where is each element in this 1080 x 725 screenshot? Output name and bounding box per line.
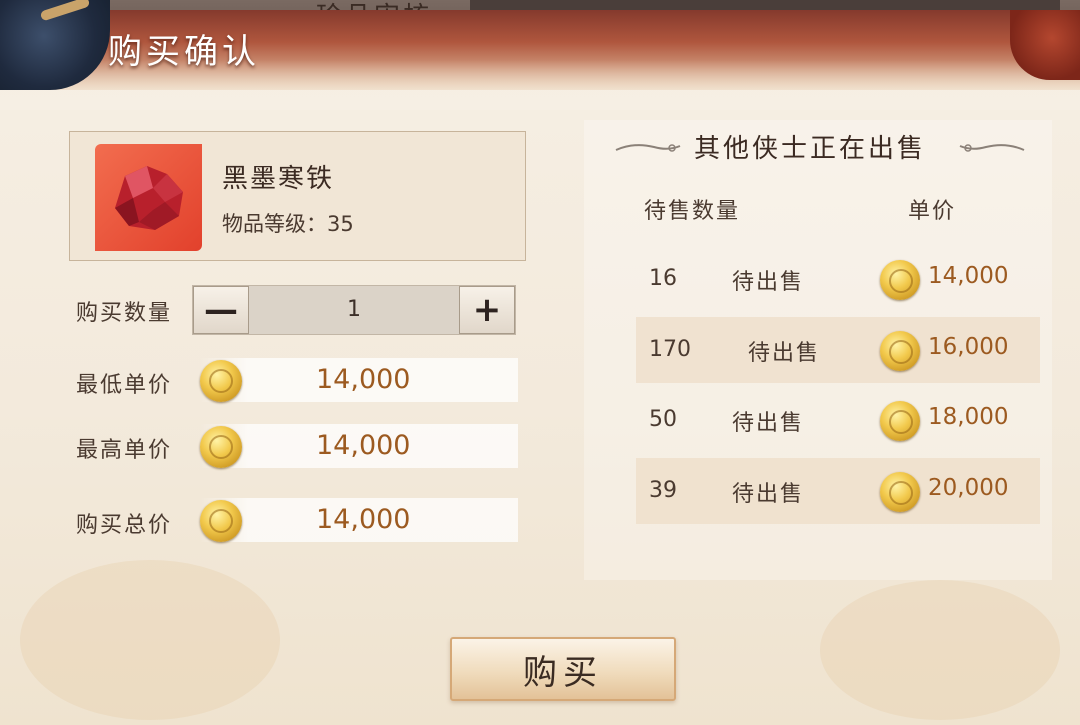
left-ornament-icon [615,144,681,152]
item-level: 物品等级：35 [222,208,354,238]
quantity-stepper: — 1 + [192,285,516,335]
seller-row[interactable]: 39 待出售 20,000 [636,458,1040,524]
column-header-price: 单价 [908,199,957,224]
seller-status: 待出售 [732,270,805,295]
seller-status: 待出售 [748,341,821,366]
gold-coin-icon [880,260,920,300]
dialog-title: 购买确认 [108,32,260,72]
seller-row[interactable]: 170 待出售 16,000 [636,317,1040,383]
buy-button[interactable]: 购买 [450,637,676,701]
max-price-label: 最高单价 [76,438,173,463]
gold-coin-icon [200,426,242,468]
item-card: 黑墨寒铁 物品等级：35 [69,131,526,261]
gold-coin-icon [200,500,242,542]
increase-quantity-button[interactable]: + [459,286,515,334]
min-price-label: 最低单价 [76,373,173,398]
quantity-label: 购买数量 [76,301,173,326]
gold-coin-icon [880,472,920,512]
seller-quantity: 39 [649,478,677,503]
total-price-value: 14,000 [316,504,411,535]
right-ornament-icon [959,144,1025,152]
total-price-label: 购买总价 [76,513,173,538]
item-level-value: 35 [327,212,354,236]
dragon-horn [39,0,91,22]
quantity-value[interactable]: 1 [249,286,459,334]
seller-status: 待出售 [732,482,805,507]
seller-quantity: 16 [649,266,677,291]
seller-row[interactable]: 16 待出售 14,000 [636,246,1040,312]
gold-coin-icon [200,360,242,402]
seller-status: 待出售 [732,411,805,436]
seller-row[interactable]: 50 待出售 18,000 [636,387,1040,453]
gold-coin-icon [880,401,920,441]
gold-coin-icon [880,331,920,371]
seller-quantity: 50 [649,407,677,432]
column-header-quantity: 待售数量 [644,199,741,224]
item-level-label: 物品等级： [222,212,327,236]
seller-price: 18,000 [928,404,1009,430]
other-sellers-title: 其他侠士正在出售 [694,134,927,164]
seller-price: 20,000 [928,475,1009,501]
seller-quantity: 170 [649,337,691,362]
max-price-value: 14,000 [316,430,411,461]
cloud-decoration [20,560,280,720]
seller-price: 16,000 [928,334,1009,360]
item-name: 黑墨寒铁 [222,164,335,194]
red-ore-icon [95,144,202,251]
decrease-quantity-button[interactable]: — [193,286,249,334]
min-price-value: 14,000 [316,364,411,395]
cloud-decoration [820,580,1060,720]
seller-price: 14,000 [928,263,1009,289]
